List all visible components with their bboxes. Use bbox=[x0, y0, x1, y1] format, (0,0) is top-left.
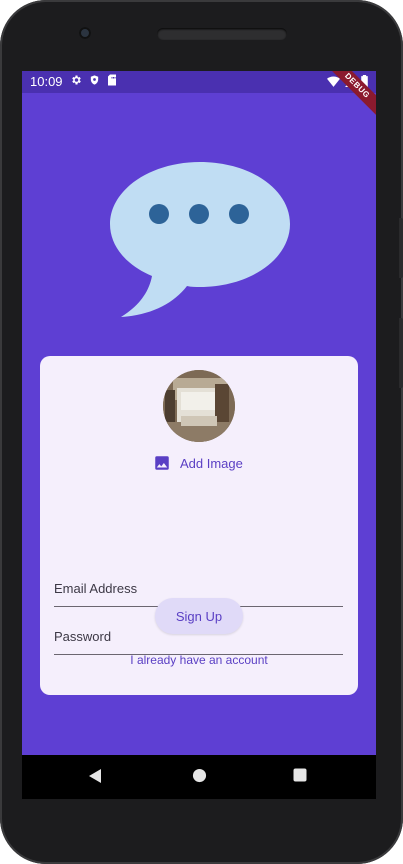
shield-icon bbox=[90, 75, 99, 85]
front-camera bbox=[79, 27, 91, 39]
login-link[interactable]: I already have an account bbox=[40, 653, 358, 667]
add-image-button[interactable]: Add Image bbox=[153, 454, 243, 472]
navigation-bar bbox=[22, 755, 376, 799]
status-icons-left bbox=[70, 74, 117, 86]
avatar[interactable] bbox=[163, 370, 235, 442]
avatar-photo bbox=[163, 370, 235, 442]
signup-button[interactable]: Sign Up bbox=[155, 598, 243, 634]
chat-bubble-shape bbox=[110, 162, 290, 317]
add-image-label: Add Image bbox=[180, 455, 243, 471]
sim-card-icon bbox=[108, 74, 116, 86]
recents-icon[interactable] bbox=[293, 768, 307, 782]
volume-button bbox=[399, 218, 403, 278]
power-button bbox=[399, 318, 403, 388]
chat-dot bbox=[229, 204, 249, 224]
status-bar: 10:09 DEBUG bbox=[22, 71, 376, 123]
chat-bubble-icon bbox=[110, 162, 290, 317]
settings-icon bbox=[72, 75, 81, 85]
image-icon bbox=[155, 456, 169, 470]
signup-card: Add Image Sign Up I already have an acco… bbox=[40, 356, 358, 695]
status-time: 10:09 bbox=[30, 74, 63, 89]
app-screen: 10:09 DEBUG Add Image Email Address Sign… bbox=[22, 71, 376, 785]
home-icon[interactable] bbox=[192, 768, 207, 783]
chat-dot bbox=[189, 204, 209, 224]
earpiece-speaker bbox=[157, 28, 287, 40]
chat-dot bbox=[149, 204, 169, 224]
phone-frame: 10:09 DEBUG Add Image Email Address Sign… bbox=[0, 0, 403, 864]
back-icon[interactable] bbox=[88, 768, 102, 784]
